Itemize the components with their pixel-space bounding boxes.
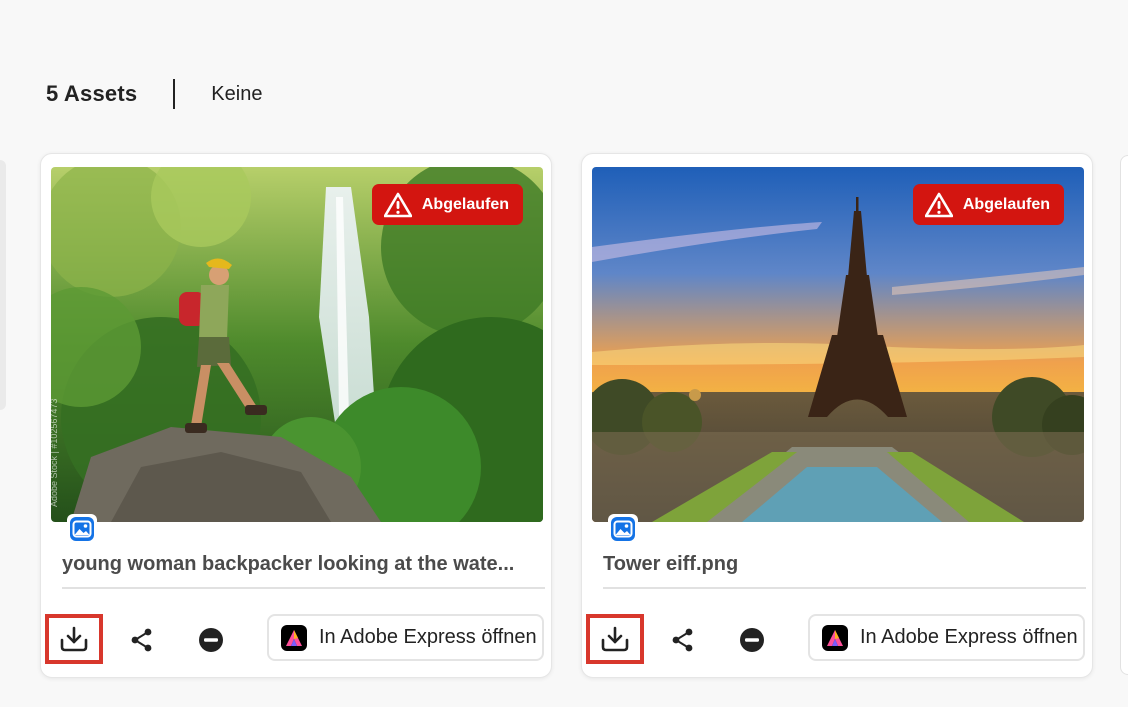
svg-text:Adobe Stock | #102567473: Adobe Stock | #102567473 (51, 399, 59, 507)
asset-thumbnail[interactable]: Abgelaufen (592, 167, 1084, 522)
open-in-express-label: In Adobe Express öffnen (319, 626, 537, 648)
expired-badge: Abgelaufen (371, 184, 523, 225)
share-button[interactable] (661, 618, 705, 662)
share-icon (672, 628, 693, 652)
alert-icon (924, 192, 953, 217)
download-button[interactable] (586, 614, 644, 664)
download-icon (601, 626, 629, 652)
expired-label: Abgelaufen (421, 195, 509, 213)
expired-label: Abgelaufen (962, 195, 1050, 213)
adobe-express-icon (822, 624, 848, 651)
image-icon (608, 514, 638, 544)
download-icon (60, 626, 88, 652)
open-in-express-button[interactable]: In Adobe Express öffnen (267, 614, 544, 661)
asset-title[interactable]: Tower eiff.png (603, 553, 1063, 576)
download-button[interactable] (45, 614, 103, 664)
asset-thumbnail[interactable]: Adobe Stock | #102567473 Abgelaufen (51, 167, 543, 522)
asset-card[interactable]: Adobe Stock | #102567473 Abgelaufen youn… (40, 153, 552, 678)
asset-count: 5 Assets (46, 81, 138, 106)
filter-label[interactable]: Keine (211, 83, 262, 106)
header-divider (173, 79, 176, 109)
adobe-express-icon (281, 624, 307, 651)
remove-button[interactable] (730, 618, 774, 662)
open-in-express-label: In Adobe Express öffnen (860, 626, 1078, 648)
next-card-edge (1120, 155, 1128, 675)
share-icon (131, 628, 152, 652)
open-in-express-button[interactable]: In Adobe Express öffnen (808, 614, 1085, 661)
card-actions: In Adobe Express öffnen (41, 614, 551, 664)
remove-button[interactable] (189, 618, 233, 662)
card-divider (603, 587, 1086, 589)
previous-card-edge (0, 160, 6, 410)
alert-icon (383, 192, 412, 217)
asset-title[interactable]: young woman backpacker looking at the wa… (62, 553, 522, 576)
card-divider (62, 587, 545, 589)
share-button[interactable] (120, 618, 164, 662)
remove-icon (199, 628, 223, 652)
card-actions: In Adobe Express öffnen (582, 614, 1092, 664)
results-header: 5 Assets Keine (46, 78, 262, 110)
asset-card[interactable]: Abgelaufen Tower eiff.png In Adobe Expre… (581, 153, 1093, 678)
image-icon (67, 514, 97, 544)
expired-badge: Abgelaufen (912, 184, 1064, 225)
remove-icon (740, 628, 764, 652)
